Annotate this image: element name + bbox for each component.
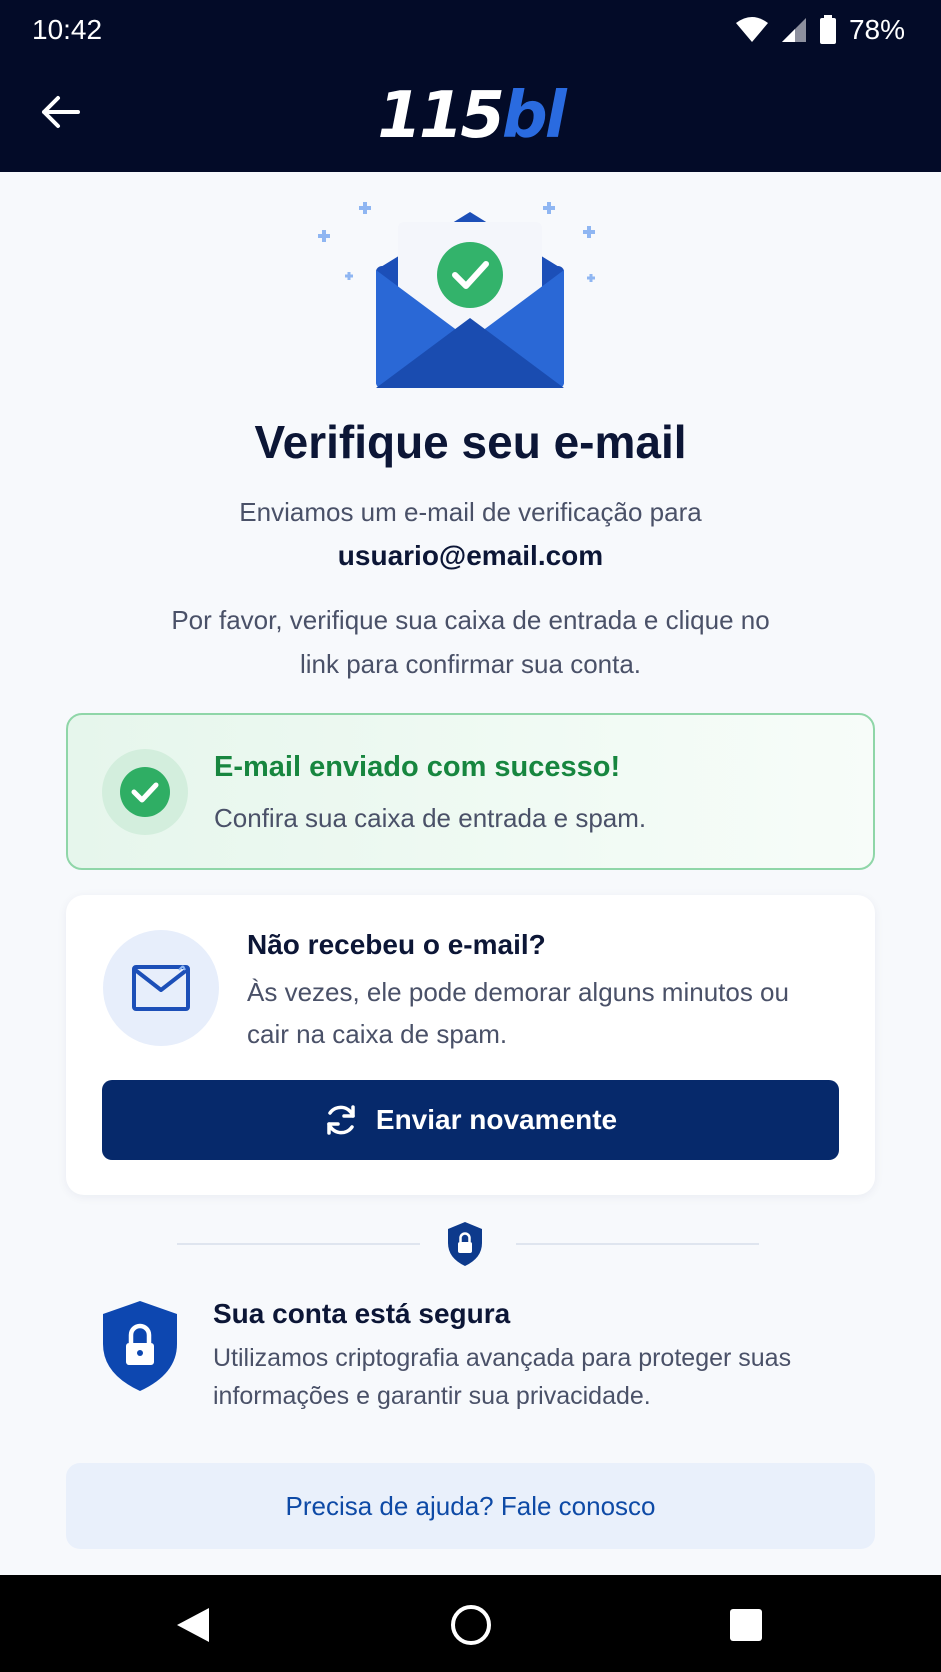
app-bar: 115bl [0,60,941,172]
refresh-icon [327,1105,355,1135]
shield-lock-icon [446,1221,484,1267]
resend-button-label: Enviar novamente [375,1104,618,1135]
success-card: E-mail enviado com sucesso! Confira sua … [66,713,875,870]
page-title: Verifique seu e-mail [254,416,687,468]
security-text: Utilizamos criptografia avançada para pr… [213,1344,792,1410]
back-triangle-icon[interactable] [165,1597,221,1653]
wifi-icon [735,17,769,43]
security-title: Sua conta está segura [213,1298,511,1329]
resend-button[interactable]: Enviar novamente [102,1080,839,1160]
success-title: E-mail enviado com sucesso! [214,751,621,783]
logo-part-1: 115 [377,79,505,153]
verification-instructions: Por favor, verifique sua caixa de entrad… [171,605,770,679]
resend-card: Não recebeu o e-mail? Às vezes, ele pode… [66,895,875,1195]
verification-subtitle: Enviamos um e-mail de verificação para [239,497,702,527]
divider-line-left [177,1243,420,1245]
navigation-bar [0,1575,941,1672]
divider-line-right [516,1243,759,1245]
signal-icon [781,17,807,43]
logo-part-2: bl [501,79,567,153]
status-icons: 78% [735,14,905,46]
success-text: Confira sua caixa de entrada e spam. [214,803,647,833]
help-contact-link[interactable]: Precisa de ajuda? Fale conosco [66,1463,875,1549]
status-bar: 10:42 78% [0,0,941,60]
home-circle-icon[interactable] [443,1597,499,1653]
resend-title: Não recebeu o e-mail? [247,929,546,960]
back-button[interactable] [30,82,90,142]
status-time: 10:42 [32,14,103,45]
arrow-left-icon [42,96,80,128]
mail-icon [103,930,219,1046]
shield-lock-icon [101,1300,179,1392]
envelope-check-icon [300,200,640,400]
battery-icon [819,15,837,45]
brand-logo: 115bl [377,78,567,154]
check-circle-icon [102,749,188,835]
resend-text: Às vezes, ele pode demorar alguns minuto… [247,977,789,1049]
user-email: usuario@email.com [337,540,604,571]
battery-percent: 78% [848,14,905,45]
recents-square-icon[interactable] [718,1597,774,1653]
